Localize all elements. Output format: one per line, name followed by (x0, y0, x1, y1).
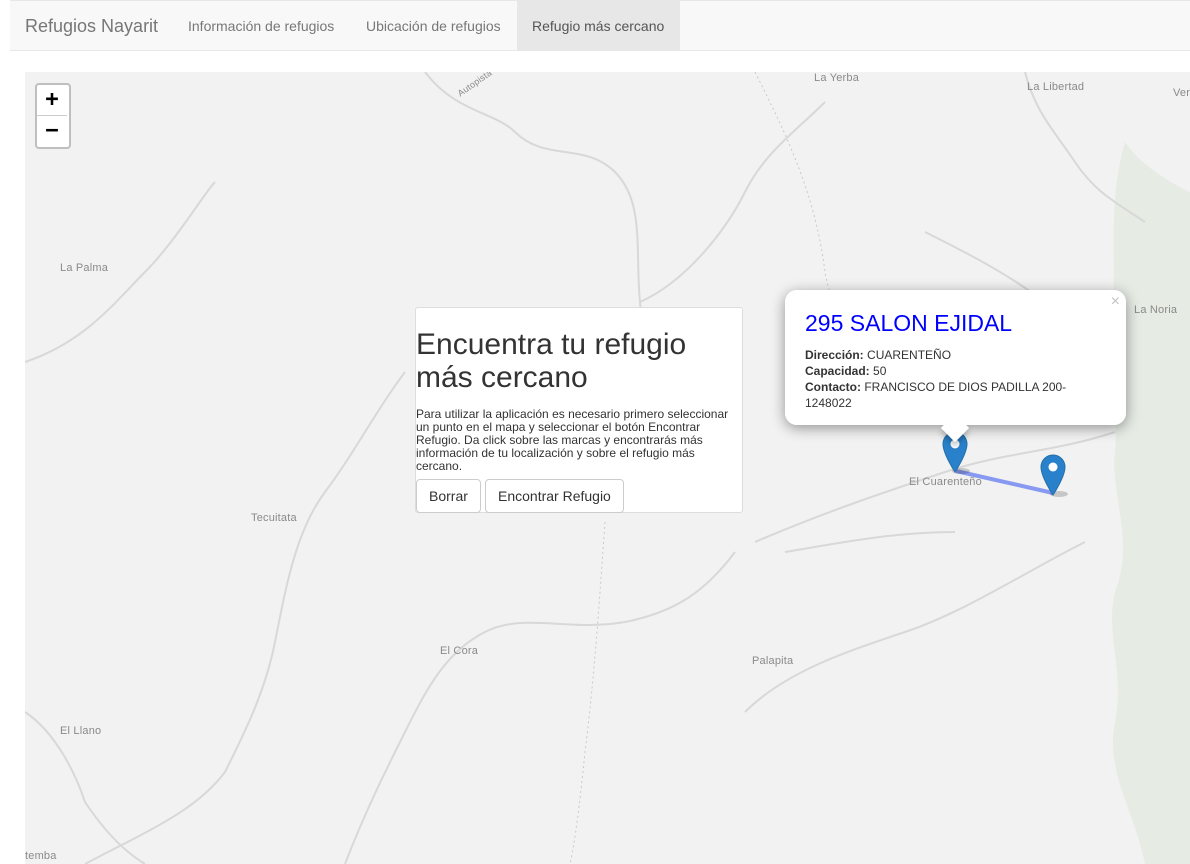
road (25, 181, 216, 363)
place-label: La Yerba (814, 72, 860, 84)
nav-refugio-cercano[interactable]: Refugio más cercano (517, 1, 680, 51)
shelter-popup: × 295 SALON EJIDAL Dirección: CUARENTEÑO… (785, 290, 1126, 443)
place-label: Tecuitata (251, 512, 297, 524)
info-card-text: Para utilizar la aplicación es necesario… (416, 407, 729, 473)
map[interactable]: La Yerba La Libertad La Palma La Noria E… (25, 72, 1190, 864)
navbar: Refugios Nayarit Información de refugios… (10, 0, 1190, 51)
road (744, 541, 1086, 713)
zoom-out-button[interactable]: − (37, 116, 67, 146)
place-label: temba (25, 850, 57, 862)
place-label: Ver (1173, 87, 1190, 99)
road (84, 371, 406, 864)
zoom-in-button[interactable]: + (37, 85, 67, 116)
boundary (569, 521, 606, 864)
popup-field-direccion: Dirección: CUARENTEÑO (805, 348, 952, 362)
popup-title: 295 SALON EJIDAL (805, 310, 1013, 336)
popup-field-capacidad: Capacidad: 50 (805, 364, 887, 378)
location-marker-icon[interactable] (1040, 453, 1070, 497)
place-label: La Libertad (1027, 81, 1085, 93)
road (639, 101, 826, 303)
place-label: La Palma (60, 262, 109, 274)
close-icon[interactable]: × (1111, 293, 1120, 311)
place-label: El Cuarenteño (909, 476, 982, 488)
nav-ubicacion-refugios[interactable]: Ubicación de refugios (351, 1, 516, 51)
clear-button[interactable]: Borrar (416, 479, 481, 513)
popup-details: Dirección: CUARENTEÑO Capacidad: 50 Cont… (805, 347, 1105, 411)
brand[interactable]: Refugios Nayarit (25, 16, 158, 37)
place-label: La Noria (1134, 304, 1178, 316)
place-label: El Cora (440, 645, 479, 657)
road (344, 551, 736, 864)
info-card-title: Encuentra tu refugio más cercano (416, 328, 687, 394)
find-shelter-button[interactable]: Encontrar Refugio (485, 479, 624, 513)
nav-info-refugios[interactable]: Información de refugios (173, 1, 349, 51)
road (784, 531, 956, 553)
forest-area (1107, 142, 1190, 864)
zoom-control: + − (35, 83, 71, 149)
popup-field-contacto: Contacto: FRANCISCO DE DIOS PADILLA 200-… (805, 380, 1067, 410)
info-card: Encuentra tu refugio más cercano Para ut… (415, 307, 743, 513)
place-label: El Llano (60, 725, 102, 737)
place-label: Palapita (752, 655, 794, 667)
